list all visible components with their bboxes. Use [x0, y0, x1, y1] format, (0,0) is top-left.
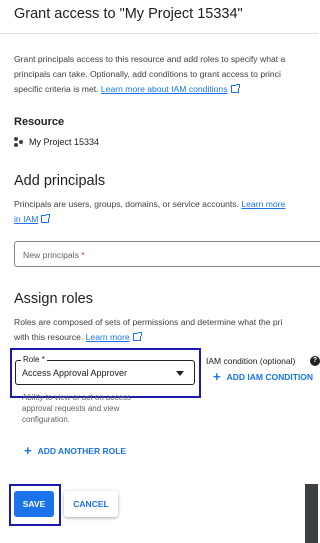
assign-roles-desc-2: with this resource. Learn more — [14, 329, 142, 346]
plus-icon: + — [213, 369, 221, 384]
in-iam-link[interactable]: in IAM — [14, 214, 38, 224]
help-icon[interactable]: ? — [310, 356, 320, 366]
external-link-icon — [41, 214, 51, 223]
header-divider — [0, 33, 318, 34]
role-label: Role * — [21, 355, 47, 364]
add-principals-desc-text: Principals are users, groups, domains, o… — [14, 199, 239, 209]
save-button[interactable]: SAVE — [14, 491, 54, 517]
dialog-title: Grant access to "My Project 15334" — [14, 6, 243, 22]
side-panel-edge — [305, 484, 318, 543]
iam-condition-label: IAM condition (optional) — [206, 356, 296, 366]
assign-roles-desc-text: with this resource. — [14, 332, 84, 342]
add-iam-condition-button[interactable]: + ADD IAM CONDITION — [213, 369, 313, 384]
role-value: Access Approval Approver — [22, 368, 128, 378]
add-another-role-button[interactable]: + ADD ANOTHER ROLE — [24, 443, 126, 458]
project-name: My Project 15334 — [29, 137, 100, 147]
role-helper-text: Ability to view or act on access approva… — [22, 393, 131, 424]
new-principals-input[interactable]: New principals * — [14, 241, 320, 267]
plus-icon: + — [24, 443, 32, 458]
intro-line-3: specific criteria is met. Learn more abo… — [14, 81, 240, 98]
learn-more-iam-conditions-link[interactable]: Learn more about IAM conditions — [101, 84, 228, 94]
cancel-button[interactable]: CANCEL — [64, 491, 118, 517]
new-principals-placeholder: New principals * — [23, 250, 85, 260]
add-principals-heading: Add principals — [14, 173, 106, 189]
external-link-icon — [230, 84, 240, 93]
role-select[interactable]: Role * Access Approval Approver — [15, 355, 195, 385]
resource-manager-icon — [14, 137, 24, 147]
dropdown-caret-icon — [176, 371, 184, 376]
learn-more-roles-link[interactable]: Learn more — [86, 332, 130, 342]
assign-roles-heading: Assign roles — [14, 291, 93, 307]
add-principals-desc: Principals are users, groups, domains, o… — [14, 196, 285, 213]
external-link-icon — [132, 332, 142, 341]
resource-project: My Project 15334 — [14, 137, 99, 147]
intro-line-3-text: specific criteria is met. — [14, 84, 99, 94]
resource-label: Resource — [14, 116, 65, 128]
add-principals-desc-2: in IAM — [14, 211, 51, 228]
learn-more-principals-link[interactable]: Learn more — [241, 199, 285, 209]
